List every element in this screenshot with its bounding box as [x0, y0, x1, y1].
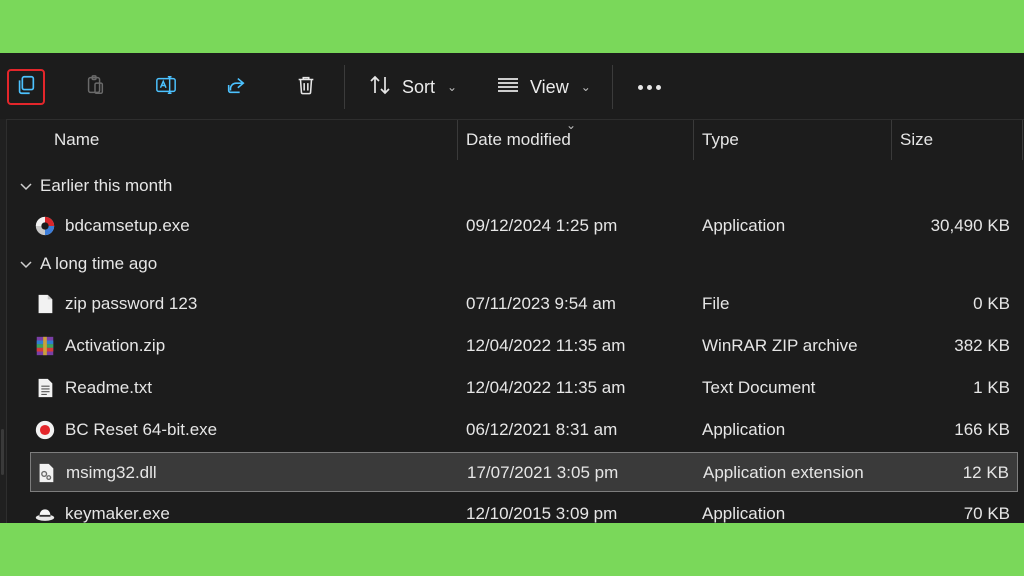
file-name: keymaker.exe — [65, 504, 170, 523]
file-size: 70 KB — [963, 504, 1010, 523]
file-date: 12/04/2022 11:35 am — [466, 336, 626, 355]
group-header-a-long-time-ago[interactable]: A long time ago — [18, 248, 157, 280]
file-size: 30,490 KB — [930, 216, 1010, 235]
view-menu-button[interactable]: View ⌄ — [496, 69, 591, 105]
file-type: Application — [702, 504, 786, 523]
rename-icon — [155, 74, 177, 101]
file-row[interactable]: BC Reset 64-bit.exe 06/12/2021 8:31 am A… — [30, 410, 1018, 450]
group-label: A long time ago — [40, 254, 158, 273]
chevron-down-icon — [20, 261, 32, 269]
toolbar-separator — [612, 65, 613, 109]
group-header-earlier-this-month[interactable]: Earlier this month — [18, 170, 172, 202]
column-header-size[interactable]: Size — [900, 120, 933, 160]
file-date: 17/07/2021 3:05 pm — [467, 463, 619, 482]
file-type: Application — [702, 216, 786, 235]
copy-icon — [15, 74, 37, 101]
more-options-button[interactable] — [630, 69, 668, 105]
file-name: zip password 123 — [65, 294, 198, 313]
file-date: 06/12/2021 8:31 am — [466, 420, 618, 439]
file-explorer-window: Sort ⌄ View ⌄ Name ⌄ Date modified Type … — [0, 53, 1024, 523]
file-type: Application — [702, 420, 786, 439]
file-row[interactable]: bdcamsetup.exe 09/12/2024 1:25 pm Applic… — [30, 206, 1018, 246]
command-bar: Sort ⌄ View ⌄ — [0, 53, 1024, 119]
group-label: Earlier this month — [40, 176, 173, 195]
file-size: 12 KB — [962, 463, 1009, 482]
file-row-selected[interactable]: msimg32.dll 17/07/2021 3:05 pm Applicati… — [30, 452, 1018, 492]
file-date: 07/11/2023 9:54 am — [466, 294, 616, 313]
rename-button[interactable] — [147, 69, 185, 105]
copy-button[interactable] — [7, 69, 45, 105]
file-type: Text Document — [702, 378, 816, 397]
file-row[interactable]: keymaker.exe 12/10/2015 3:09 pm Applicat… — [30, 494, 1018, 523]
column-divider[interactable] — [891, 120, 892, 160]
record-icon — [34, 419, 56, 441]
view-icon — [496, 73, 520, 102]
more-dot — [655, 84, 661, 90]
text-file-icon — [34, 377, 56, 399]
column-header-name[interactable]: Name — [54, 120, 99, 160]
navigation-pane-edge — [0, 119, 7, 523]
column-header-type[interactable]: Type — [702, 120, 739, 160]
share-button[interactable] — [217, 69, 255, 105]
column-header-date[interactable]: Date modified — [466, 120, 571, 160]
column-name-label: Name — [54, 130, 100, 149]
winrar-icon — [34, 335, 56, 357]
sort-label: Sort — [402, 76, 436, 97]
chevron-down-icon: ⌄ — [580, 80, 591, 94]
column-size-label: Size — [900, 130, 934, 149]
file-type: Application extension — [703, 463, 864, 482]
view-label: View — [530, 76, 569, 97]
toolbar-separator — [344, 65, 345, 109]
column-date-label: Date modified — [466, 130, 571, 149]
file-row[interactable]: zip password 123 07/11/2023 9:54 am File… — [30, 284, 1018, 324]
keymaker-icon — [34, 503, 56, 523]
file-row[interactable]: Activation.zip 12/04/2022 11:35 am WinRA… — [30, 326, 1018, 366]
file-type: WinRAR ZIP archive — [702, 336, 858, 355]
paste-button[interactable] — [76, 69, 114, 105]
file-icon — [34, 293, 56, 315]
column-divider[interactable] — [693, 120, 694, 160]
file-size: 0 KB — [973, 294, 1010, 313]
more-dot — [637, 84, 643, 90]
sort-icon — [368, 73, 392, 102]
file-name: msimg32.dll — [66, 463, 157, 482]
file-name: Activation.zip — [65, 336, 166, 355]
chevron-down-icon — [20, 183, 32, 191]
file-size: 382 KB — [954, 336, 1010, 355]
column-type-label: Type — [702, 130, 739, 149]
file-row[interactable]: Readme.txt 12/04/2022 11:35 am Text Docu… — [30, 368, 1018, 408]
file-date: 12/10/2015 3:09 pm — [466, 504, 618, 523]
delete-button[interactable] — [287, 69, 325, 105]
scrollbar-thumb[interactable] — [1, 429, 4, 475]
column-divider[interactable] — [1022, 120, 1023, 160]
file-type: File — [702, 294, 730, 313]
share-icon — [225, 74, 247, 101]
delete-icon — [295, 74, 317, 101]
file-name: Readme.txt — [65, 378, 152, 397]
chevron-down-icon: ⌄ — [447, 80, 458, 94]
column-divider[interactable] — [457, 120, 458, 160]
more-dot — [646, 84, 652, 90]
file-name: bdcamsetup.exe — [65, 216, 190, 235]
bandicam-icon — [34, 215, 56, 237]
file-size: 1 KB — [973, 378, 1010, 397]
file-name: BC Reset 64-bit.exe — [65, 420, 218, 439]
paste-icon — [84, 74, 106, 101]
dll-file-icon — [35, 462, 57, 484]
file-size: 166 KB — [954, 420, 1010, 439]
column-header-row: Name ⌄ Date modified Type Size — [8, 118, 1024, 160]
sort-menu-button[interactable]: Sort ⌄ — [368, 69, 457, 105]
file-date: 12/04/2022 11:35 am — [466, 378, 626, 397]
file-date: 09/12/2024 1:25 pm — [466, 216, 618, 235]
